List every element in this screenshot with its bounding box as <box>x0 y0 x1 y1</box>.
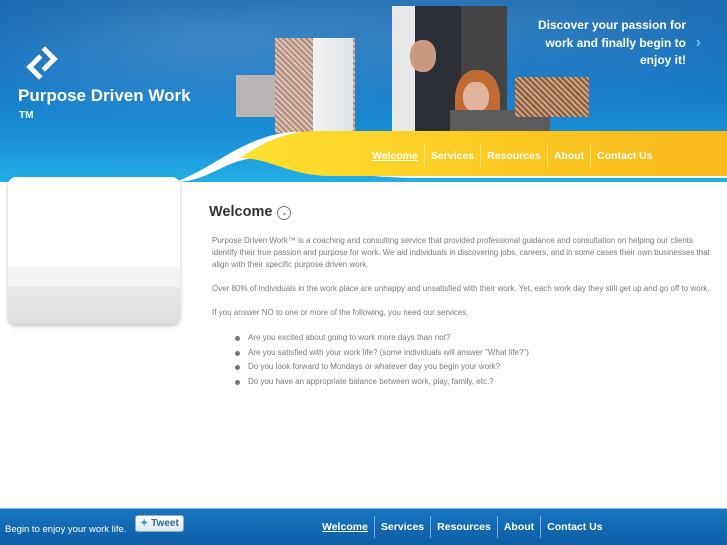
footer-nav: Welcome Services Resources About Contact… <box>316 516 609 538</box>
footer-nav-about[interactable]: About <box>496 516 540 538</box>
list-item: Are you excited about going to work more… <box>235 331 714 346</box>
header: Purpose Driven Work TM Discover your pas… <box>0 0 727 182</box>
intro-paragraph: Purpose Driven Work™ is a coaching and c… <box>212 236 710 269</box>
footer-nav-welcome[interactable]: Welcome <box>316 516 374 538</box>
twitter-bird-icon: ✦ <box>140 518 149 529</box>
tweet-button[interactable]: ✦ Tweet <box>135 515 184 532</box>
nav-services[interactable]: Services <box>423 145 480 167</box>
footer-nav-resources[interactable]: Resources <box>430 516 497 538</box>
logo-icon <box>26 46 62 82</box>
nav-about[interactable]: About <box>546 145 590 167</box>
list-item: Are you satisfied with your work life? (… <box>235 346 714 361</box>
list-item: Do you have an appropriate balance betwe… <box>235 375 714 390</box>
tagline[interactable]: Discover your passion for work and final… <box>516 17 686 70</box>
list-item: Do you look forward to Mondays or whatev… <box>235 360 714 375</box>
question-intro: If you answer NO to one or more of the f… <box>212 308 469 317</box>
question-list: Are you excited about going to work more… <box>235 331 714 389</box>
footer-nav-services[interactable]: Services <box>373 516 430 538</box>
chevron-down-icon[interactable]: ⌄ <box>277 206 292 220</box>
nav-welcome[interactable]: Welcome <box>366 145 424 167</box>
main-content: Welcome ⌄ Purpose Driven Work™ is a coach… <box>209 203 714 389</box>
nav-resources[interactable]: Resources <box>480 145 547 167</box>
main-nav: Welcome Services Resources About Contact… <box>366 140 659 172</box>
page-title: Welcome <box>209 204 273 220</box>
footer-nav-contact-us[interactable]: Contact Us <box>540 516 608 538</box>
footer-text: Begin to enjoy your work life. <box>5 524 127 535</box>
content-body: Purpose Driven Work™ is a coaching and c… <box>209 235 714 389</box>
chevron-right-icon[interactable]: › <box>696 34 701 52</box>
site-title: Purpose Driven Work <box>18 86 191 105</box>
trademark: TM <box>19 110 34 121</box>
tweet-label: Tweet <box>151 518 179 529</box>
nav-contact-us[interactable]: Contact Us <box>590 145 658 167</box>
stats-paragraph: Over 80% of individuals in the work plac… <box>212 284 710 293</box>
sidebar-box <box>8 177 180 324</box>
footer: Begin to enjoy your work life. ✦ Tweet W… <box>0 508 727 545</box>
